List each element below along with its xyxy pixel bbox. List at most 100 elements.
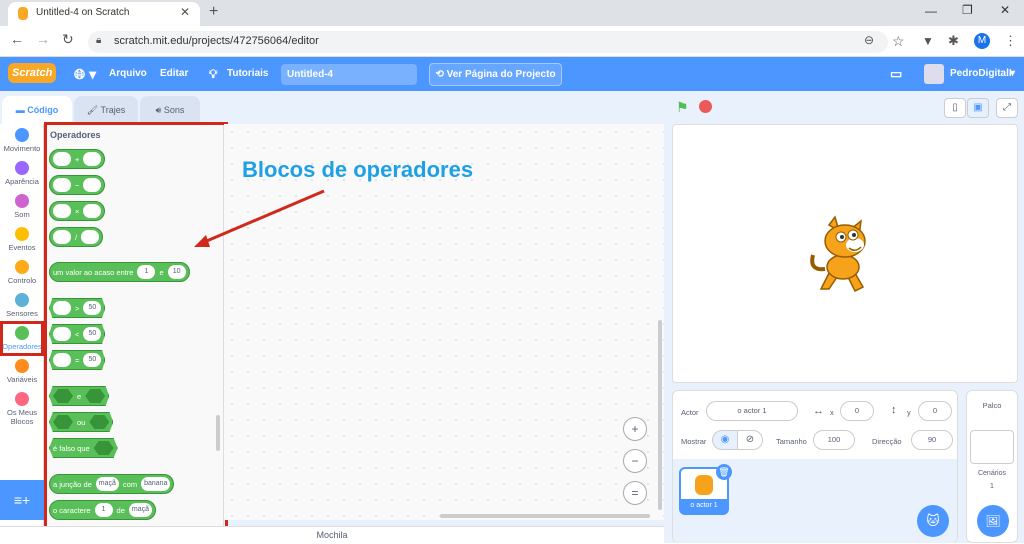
large-stage-icon[interactable]: ▣ bbox=[967, 98, 989, 118]
sprite-thumb-label: o actor 1 bbox=[681, 499, 727, 513]
browser-menu-icon[interactable]: ⋮ bbox=[1004, 33, 1017, 49]
menu-tutorials[interactable]: Tutoriais bbox=[227, 57, 268, 91]
backpack-bar[interactable]: Mochila bbox=[0, 526, 664, 543]
category-os-meus-blocos[interactable]: Os Meus Blocos bbox=[0, 392, 44, 426]
hide-visible-button[interactable]: ⊘ bbox=[737, 430, 763, 450]
fullscreen-icon[interactable]: ⤢ bbox=[996, 98, 1018, 118]
show-visible-button[interactable]: ◉ bbox=[712, 430, 738, 450]
tab-title: Untitled-4 on Scratch bbox=[36, 7, 130, 18]
category-label: Os Meus Blocos bbox=[6, 408, 37, 426]
language-globe-icon[interactable]: 🌐︎ ▾ bbox=[74, 57, 96, 91]
url-text: scratch.mit.edu/projects/472756064/edito… bbox=[114, 35, 319, 47]
stage-canvas[interactable] bbox=[672, 124, 1018, 383]
tab-costumes-label: Trajes bbox=[100, 105, 126, 115]
backdrops-label: Cenários bbox=[977, 470, 1006, 477]
category-sensores[interactable]: Sensores bbox=[0, 293, 44, 318]
restore-icon[interactable]: ❐ bbox=[962, 3, 973, 17]
category-dot-icon bbox=[15, 227, 29, 241]
stage-panel[interactable]: Palco Cenários 1 🖼︎ bbox=[966, 390, 1018, 543]
backdrops-count: 1 bbox=[990, 483, 994, 490]
scratch-favicon-icon bbox=[18, 7, 28, 20]
tutorials-icon: 💡︎ bbox=[209, 67, 218, 81]
annotation-arrow bbox=[194, 189, 325, 247]
x-arrows-icon: ↔ bbox=[813, 405, 824, 417]
green-flag-icon[interactable]: ⚑ bbox=[676, 99, 689, 116]
project-title-input[interactable]: Untitled-4 bbox=[281, 64, 417, 85]
actor-label: Actor bbox=[681, 408, 699, 417]
browser-tab[interactable]: Untitled-4 on Scratch ✕ bbox=[8, 2, 200, 26]
close-tab-icon[interactable]: ✕ bbox=[180, 5, 190, 19]
my-stuff-folder-icon[interactable]: ▭ bbox=[890, 57, 902, 91]
category-dot-icon bbox=[15, 128, 29, 142]
tab-sounds[interactable]: 🔊︎ Sons bbox=[140, 96, 200, 124]
minimize-icon[interactable]: — bbox=[925, 4, 937, 18]
zoom-out-icon[interactable]: − bbox=[623, 449, 647, 473]
x-input[interactable]: 0 bbox=[840, 401, 874, 421]
annotation-text: Blocos de operadores bbox=[242, 157, 474, 182]
menu-file[interactable]: Arquivo bbox=[109, 57, 147, 91]
actor-name-input[interactable]: o actor 1 bbox=[706, 401, 798, 421]
category-label: Movimento bbox=[3, 144, 41, 153]
palette-scrollbar[interactable] bbox=[216, 415, 220, 451]
scratch-logo[interactable]: Scratch bbox=[8, 63, 57, 83]
category-eventos[interactable]: Eventos bbox=[0, 227, 44, 252]
add-extension-button[interactable]: ≡+ bbox=[0, 480, 44, 520]
profile-avatar[interactable]: M bbox=[974, 33, 990, 49]
new-tab-icon[interactable]: + bbox=[209, 3, 218, 21]
forward-icon[interactable]: → bbox=[36, 31, 50, 47]
workspace-scrollbar-horizontal[interactable] bbox=[440, 514, 650, 518]
tab-costumes[interactable]: 🖌︎ Trajes bbox=[74, 96, 138, 124]
size-label: Tamanho bbox=[776, 437, 807, 446]
category-label: Variáveis bbox=[6, 375, 38, 384]
direction-label: Direcção bbox=[872, 437, 902, 446]
category-aparência[interactable]: Aparência bbox=[0, 161, 44, 186]
size-input[interactable]: 100 bbox=[813, 430, 855, 450]
delete-sprite-icon[interactable]: 🗑︎ bbox=[716, 464, 732, 480]
see-project-page-button[interactable]: ⟲ Ver Página do Projecto bbox=[429, 63, 562, 86]
tab-code[interactable]: ▬ Código bbox=[2, 96, 72, 124]
speaker-icon: 🔊︎ bbox=[155, 105, 164, 115]
category-dot-icon bbox=[15, 161, 29, 175]
reload-icon[interactable]: ↻ bbox=[62, 31, 74, 48]
url-bar[interactable]: 🔒︎ scratch.mit.edu/projects/472756064/ed… bbox=[88, 31, 888, 53]
sprite-thumb-cat-icon bbox=[695, 475, 713, 495]
username[interactable]: PedroDigitalI bbox=[950, 57, 1012, 91]
tab-sounds-label: Sons bbox=[163, 105, 185, 115]
code-workspace[interactable] bbox=[224, 124, 664, 520]
category-dot-icon bbox=[15, 392, 29, 406]
direction-input[interactable]: 90 bbox=[911, 430, 953, 450]
y-input[interactable]: 0 bbox=[918, 401, 952, 421]
operators-highlight-box bbox=[0, 321, 44, 356]
category-label: Eventos bbox=[8, 243, 36, 252]
zoom-icon[interactable]: ⊖ bbox=[864, 33, 874, 47]
code-icon: ▬ bbox=[15, 105, 28, 115]
y-arrows-icon: ↕ bbox=[891, 404, 897, 416]
small-stage-icon[interactable]: ▯ bbox=[944, 98, 966, 118]
category-variáveis[interactable]: Variáveis bbox=[0, 359, 44, 384]
menu-edit[interactable]: Editar bbox=[160, 57, 188, 91]
workspace-scrollbar-vertical[interactable] bbox=[658, 320, 662, 510]
stop-icon[interactable] bbox=[699, 100, 712, 113]
add-sprite-icon[interactable]: 🐱︎ bbox=[917, 505, 949, 537]
category-controlo[interactable]: Controlo bbox=[0, 260, 44, 285]
close-window-icon[interactable]: ✕ bbox=[1000, 3, 1010, 17]
remix-icon: ⟲ bbox=[435, 69, 447, 80]
category-som[interactable]: Som bbox=[0, 194, 44, 219]
stage-thumbnail[interactable] bbox=[970, 430, 1014, 464]
category-dot-icon bbox=[15, 194, 29, 208]
category-label: Sensores bbox=[6, 309, 38, 318]
category-movimento[interactable]: Movimento bbox=[0, 128, 44, 153]
scratch-menu-bar: Scratch 🌐︎ ▾ Arquivo Editar 💡︎ Tutoriais… bbox=[0, 57, 1024, 91]
zoom-reset-icon[interactable]: = bbox=[623, 481, 647, 505]
extension-icon[interactable]: ▼ bbox=[922, 34, 934, 48]
puzzle-icon[interactable]: ✱ bbox=[948, 33, 959, 49]
scratch-cat-sprite[interactable] bbox=[807, 215, 887, 295]
chevron-down-icon[interactable]: ▾ bbox=[1010, 57, 1015, 91]
star-icon[interactable]: ☆ bbox=[892, 33, 905, 50]
zoom-in-icon[interactable]: + bbox=[623, 417, 647, 441]
back-icon[interactable]: ← bbox=[10, 31, 24, 47]
user-avatar[interactable] bbox=[924, 64, 944, 84]
add-backdrop-icon[interactable]: 🖼︎ bbox=[977, 505, 1009, 537]
lock-icon: 🔒︎ bbox=[96, 35, 102, 46]
category-label: Controlo bbox=[7, 276, 37, 285]
